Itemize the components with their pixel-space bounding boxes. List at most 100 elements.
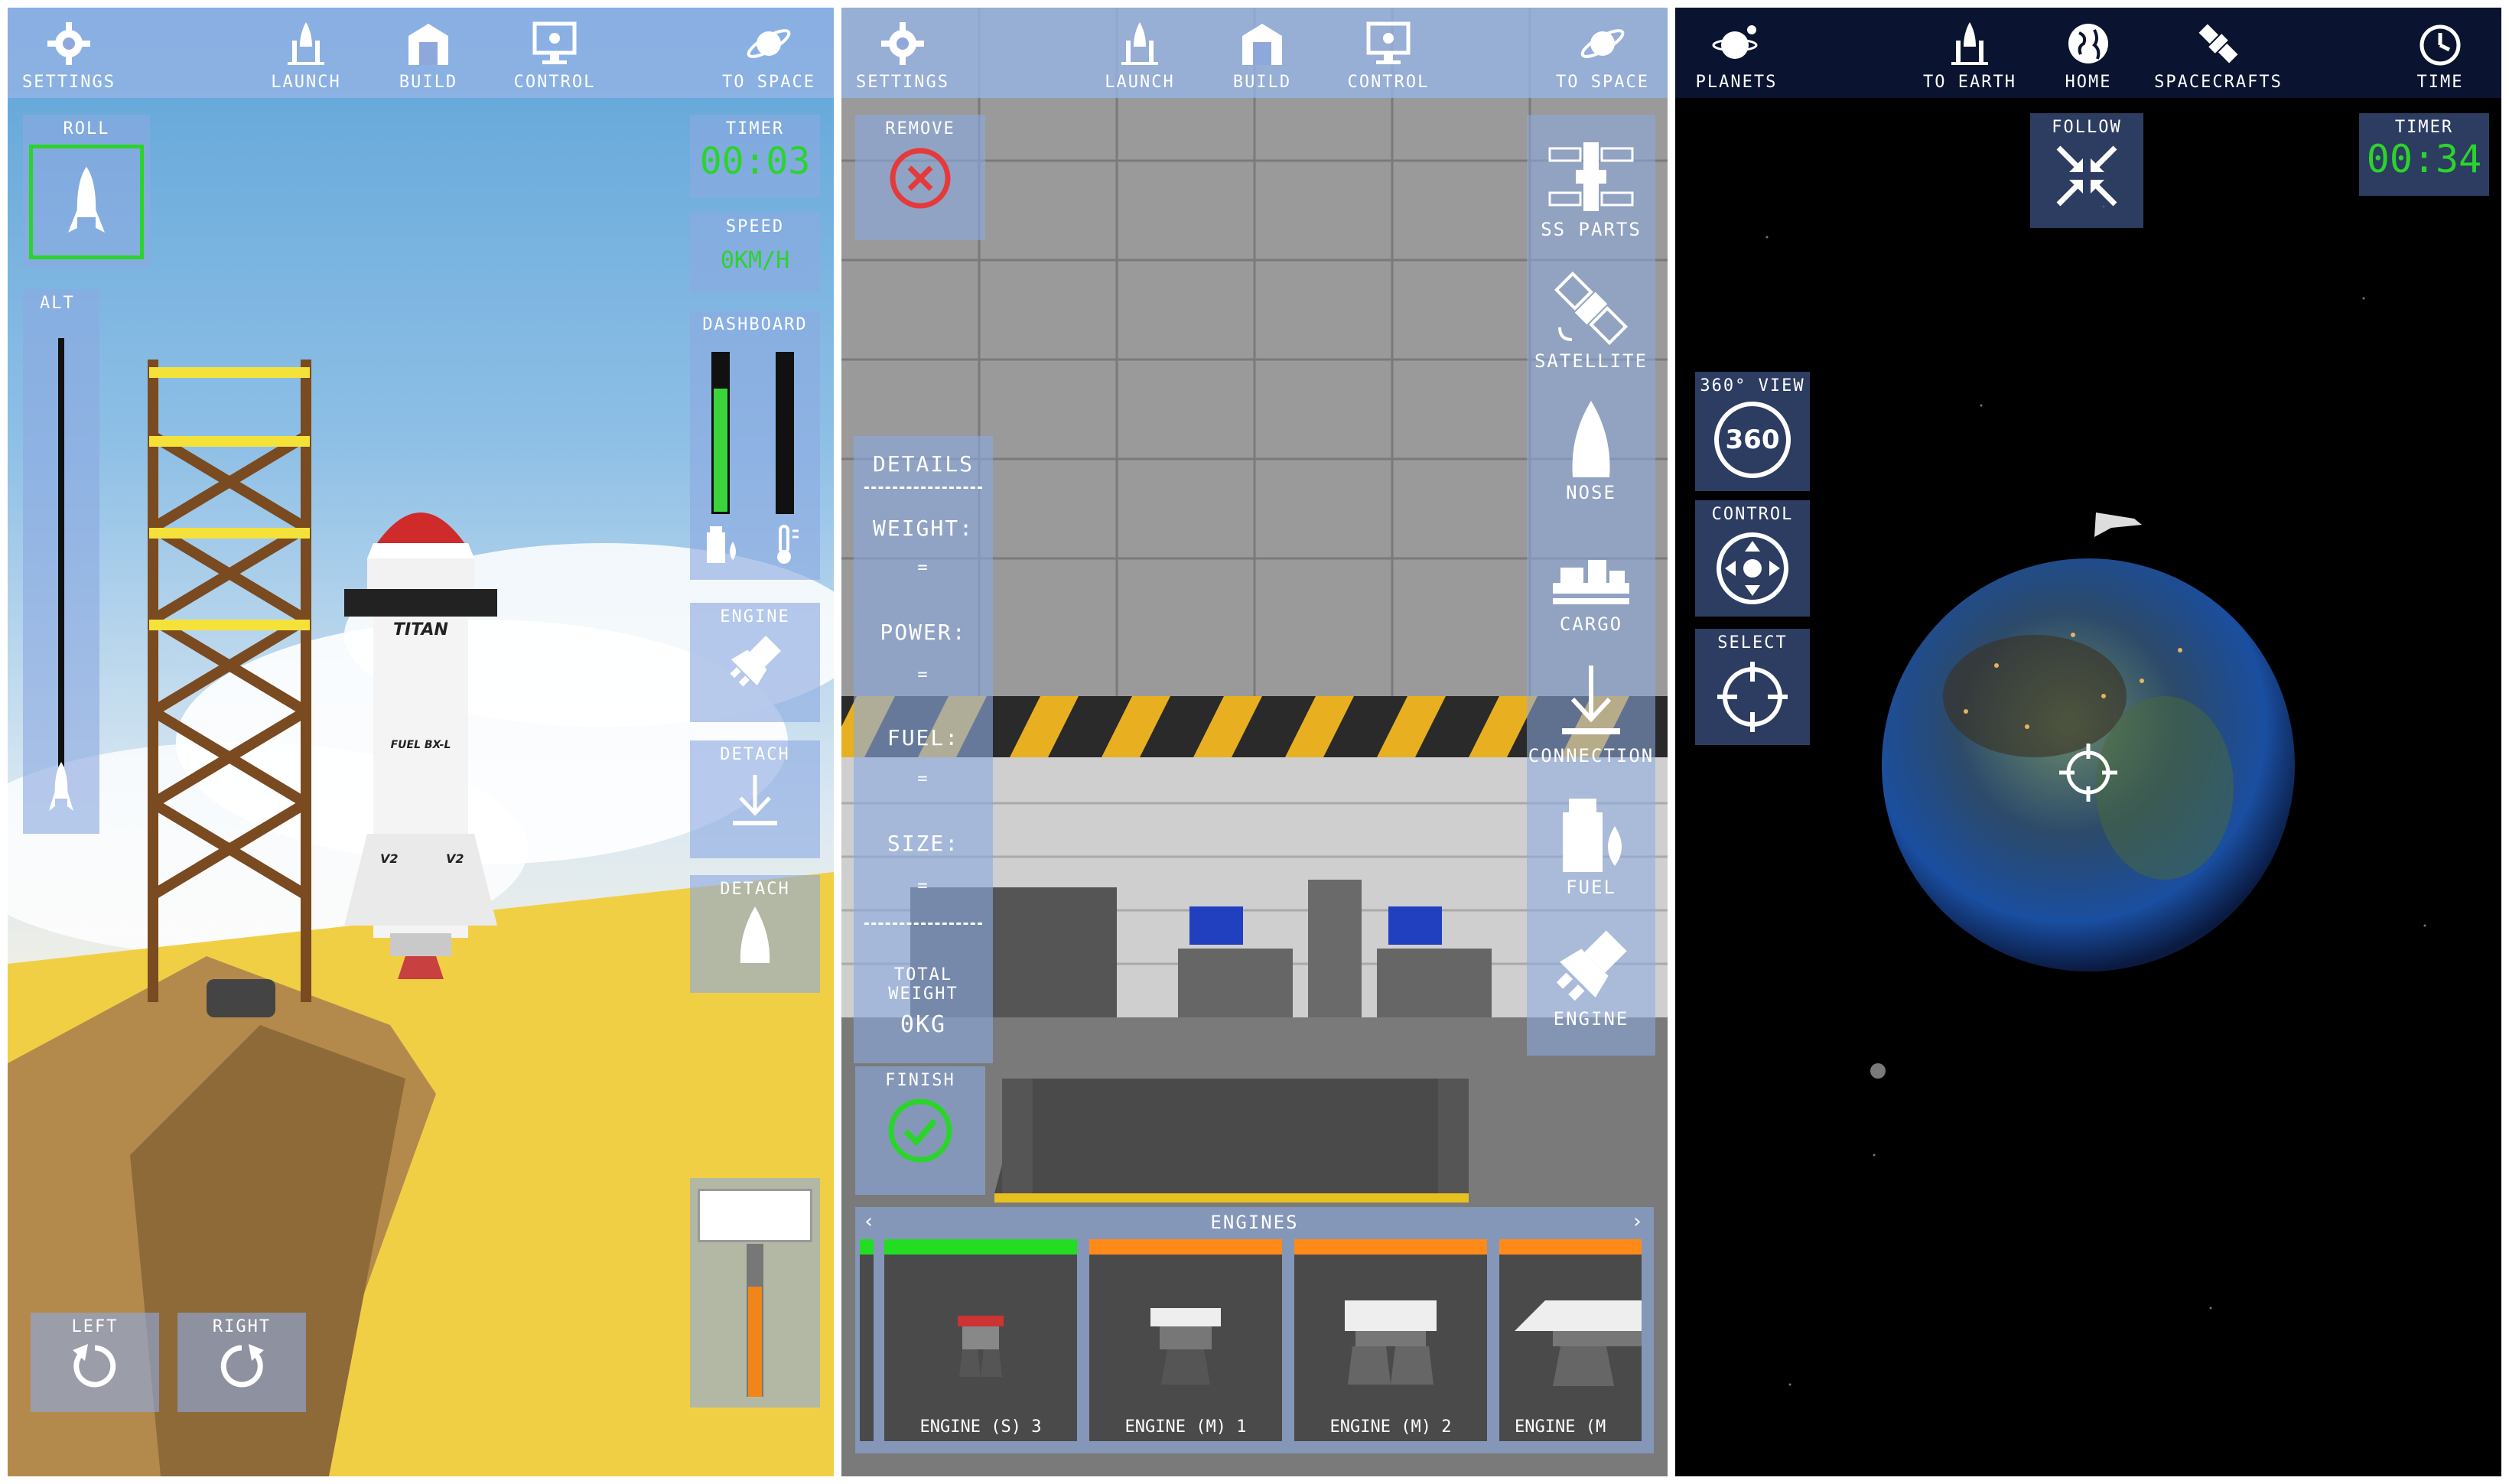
engine-label: ENGINE	[720, 607, 790, 626]
rotate-left-button[interactable]: LEFT	[31, 1313, 159, 1412]
control-button[interactable]: CONTROL	[497, 8, 612, 98]
engine-card[interactable]: ENGINE (M) 2	[1294, 1239, 1487, 1441]
engine-card[interactable]: ENGINE (M) 1	[1089, 1239, 1282, 1441]
detach-label-2: DETACH	[720, 880, 790, 899]
control-monitor-icon	[532, 21, 577, 64]
rotate-right-button[interactable]: RIGHT	[177, 1313, 306, 1412]
rotate-left-icon	[73, 1344, 116, 1388]
tray-next-button[interactable]: ›	[1631, 1210, 1645, 1233]
rotate-right-icon	[220, 1344, 264, 1388]
ss-parts-label: SS PARTS	[1541, 219, 1642, 240]
weight-value: =	[917, 558, 929, 578]
collapse-arrows-icon	[2056, 145, 2117, 207]
to-space-button[interactable]: TO SPACE	[711, 8, 826, 98]
globe-icon	[2068, 24, 2108, 63]
parts-category-list: SS PARTS SATELLITE NOSE CARGO CONNECTION…	[1527, 115, 1655, 1056]
engine-thumbnail	[1515, 1300, 1642, 1386]
rocket-launch-icon	[288, 22, 324, 65]
nose-label: NOSE	[1566, 482, 1616, 503]
engines-tray: ‹ ENGINES › ENGINE (S) 3 ENGINE (M) 1 EN…	[855, 1207, 1654, 1453]
category-satellite[interactable]: SATELLITE	[1527, 246, 1655, 378]
spacecrafts-button[interactable]: SPACECRAFTS	[2142, 8, 2295, 98]
nose-cone-icon	[1572, 401, 1610, 477]
connection-label: CONNECTION	[1528, 745, 1655, 766]
top-toolbar: SETTINGS LAUNCH BUILD CONTROL TO SPACE	[841, 8, 1668, 98]
category-fuel[interactable]: FUEL	[1527, 773, 1655, 904]
hangar-icon	[408, 24, 448, 65]
launch-label: LAUNCH	[1105, 73, 1175, 92]
follow-button[interactable]: FOLLOW	[2030, 113, 2143, 228]
engine-card[interactable]: ENGINE (S) 3	[884, 1239, 1077, 1441]
detach-button-2[interactable]: DETACH	[690, 875, 820, 993]
category-connection[interactable]: CONNECTION	[1527, 641, 1655, 773]
details-divider-2	[864, 923, 982, 925]
engine-card-partial-bar	[860, 1239, 874, 1255]
launch-label: LAUNCH	[271, 73, 341, 92]
settings-button[interactable]: SETTINGS	[22, 8, 115, 98]
to-space-label: TO SPACE	[1556, 73, 1649, 92]
engine-card-bar	[884, 1239, 1077, 1255]
category-cargo[interactable]: CARGO	[1527, 509, 1655, 641]
category-nose[interactable]: NOSE	[1527, 378, 1655, 509]
roll-label: ROLL	[63, 119, 110, 138]
view-360-badge: 360	[1725, 425, 1780, 455]
target-reticle-icon[interactable]	[2058, 742, 2119, 803]
view-360-label: 360° VIEW	[1700, 376, 1805, 395]
build-button[interactable]: BUILD	[1216, 8, 1308, 98]
time-button[interactable]: TIME	[2394, 8, 2486, 98]
to-space-button[interactable]: TO SPACE	[1545, 8, 1660, 98]
category-ss-parts[interactable]: SS PARTS	[1527, 115, 1655, 246]
launch-button[interactable]: LAUNCH	[1094, 8, 1186, 98]
engine-button[interactable]: ENGINE	[690, 603, 820, 722]
satellite-icon	[1554, 271, 1629, 346]
top-toolbar: SETTINGS LAUNCH BUILD CONTROL TO SPACE	[8, 8, 834, 98]
details-title: DETAILS	[872, 451, 974, 477]
thermometer-icon	[777, 525, 799, 564]
category-engine[interactable]: ENGINE	[1527, 904, 1655, 1036]
build-button[interactable]: BUILD	[382, 8, 474, 98]
timer-value: 00:34	[2366, 137, 2482, 181]
engine-card-bar	[1499, 1239, 1642, 1255]
to-earth-button[interactable]: TO EARTH	[1912, 8, 2027, 98]
throttle-handle[interactable]	[698, 1189, 812, 1242]
planets-label: PLANETS	[1695, 73, 1778, 92]
remove-button[interactable]: REMOVE	[855, 115, 985, 240]
engine-card-partial[interactable]	[860, 1239, 874, 1441]
satellite-icon	[2198, 24, 2238, 63]
engine-card-label: ENGINE (M) 1	[1124, 1417, 1247, 1437]
fuel-value: =	[917, 770, 929, 789]
fuel-gauge	[711, 352, 730, 514]
engine-card[interactable]: ENGINE (M	[1499, 1239, 1642, 1441]
fuel-icon	[707, 526, 736, 563]
tray-title: ENGINES	[1210, 1212, 1299, 1233]
control-button[interactable]: CONTROL	[1331, 8, 1446, 98]
alt-track	[58, 338, 64, 766]
satellite-label: SATELLITE	[1534, 350, 1648, 372]
engine-thumbnail	[1150, 1308, 1221, 1385]
build-label: BUILD	[399, 73, 458, 92]
settings-label: SETTINGS	[856, 73, 949, 92]
build-label: BUILD	[1232, 73, 1292, 92]
left-label: LEFT	[71, 1317, 119, 1336]
view-360-button[interactable]: 360° VIEW 360	[1695, 372, 1810, 491]
space-screen: PLANETS TO EARTH HOME SPACECRAFTS TIME F…	[1675, 8, 2501, 1476]
settings-button[interactable]: SETTINGS	[856, 8, 949, 98]
planets-button[interactable]: PLANETS	[1683, 8, 1790, 98]
speed-panel: SPEED 0KM/H	[690, 213, 820, 292]
rocket-mark-right: V2	[446, 851, 464, 866]
close-circle-icon	[890, 148, 951, 209]
select-button[interactable]: SELECT	[1695, 629, 1810, 745]
timer-label: TIMER	[2394, 118, 2454, 137]
total-weight-label: TOTAL WEIGHT	[888, 965, 958, 1004]
throttle-control[interactable]	[690, 1178, 820, 1408]
launch-button[interactable]: LAUNCH	[260, 8, 352, 98]
control-toggle-button[interactable]: CONTROL	[1695, 500, 1810, 617]
detach-button-1[interactable]: DETACH	[690, 740, 820, 858]
size-label: SIZE:	[887, 831, 960, 856]
home-button[interactable]: HOME	[2042, 8, 2134, 98]
finish-button[interactable]: FINISH	[855, 1066, 985, 1195]
engine-card-label: ENGINE (M) 2	[1329, 1417, 1452, 1437]
space-station-icon	[1548, 142, 1634, 211]
dashboard-label: DASHBOARD	[702, 315, 808, 334]
to-space-label: TO SPACE	[722, 73, 815, 92]
